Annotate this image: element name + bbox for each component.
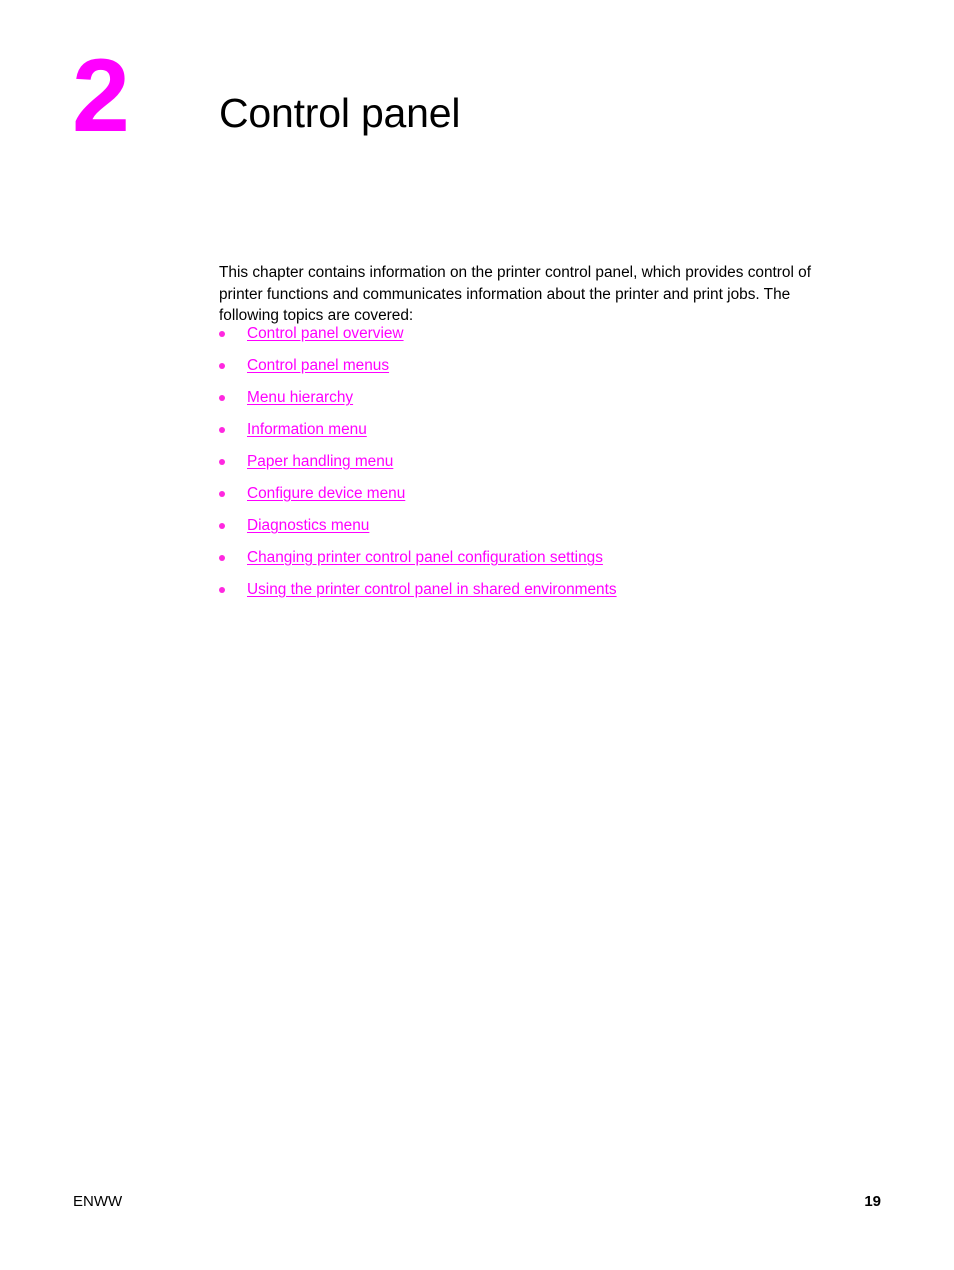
page-footer: ENWW 19 <box>0 1191 954 1213</box>
bullet-icon <box>219 331 225 337</box>
bullet-icon <box>219 459 225 465</box>
list-item: Diagnostics menu <box>219 510 919 542</box>
chapter-number: 2 <box>72 38 130 154</box>
topic-link-menu-hierarchy[interactable]: Menu hierarchy <box>247 389 353 406</box>
bullet-icon <box>219 395 225 401</box>
topic-link-using-the-printer-control-panel-in-shared-environments[interactable]: Using the printer control panel in share… <box>247 581 617 598</box>
bullet-icon <box>219 491 225 497</box>
list-item: Paper handling menu <box>219 446 919 478</box>
topic-link-configure-device-menu[interactable]: Configure device menu <box>247 485 405 502</box>
list-item: Information menu <box>219 414 919 446</box>
bullet-icon <box>219 587 225 593</box>
footer-locale-label: ENWW <box>73 1193 123 1210</box>
bullet-icon <box>219 555 225 561</box>
list-item: Changing printer control panel configura… <box>219 542 919 574</box>
topic-link-changing-printer-control-panel-configuration-settings[interactable]: Changing printer control panel configura… <box>247 549 603 566</box>
chapter-header: 2 Control panel <box>0 44 954 164</box>
topic-link-diagnostics-menu[interactable]: Diagnostics menu <box>247 517 369 534</box>
list-item: Control panel menus <box>219 350 919 382</box>
list-item: Control panel overview <box>219 318 919 350</box>
list-item: Configure device menu <box>219 478 919 510</box>
topic-link-information-menu[interactable]: Information menu <box>247 421 367 438</box>
list-item: Menu hierarchy <box>219 382 919 414</box>
page-title: Control panel <box>219 90 461 137</box>
topic-link-paper-handling-menu[interactable]: Paper handling menu <box>247 453 393 470</box>
page-number: 19 <box>864 1193 881 1210</box>
list-item: Using the printer control panel in share… <box>219 574 919 606</box>
topic-link-control-panel-overview[interactable]: Control panel overview <box>247 325 404 342</box>
bullet-icon <box>219 523 225 529</box>
bullet-icon <box>219 427 225 433</box>
topic-link-list: Control panel overview Control panel men… <box>219 318 919 606</box>
bullet-icon <box>219 363 225 369</box>
topic-link-control-panel-menus[interactable]: Control panel menus <box>247 357 389 374</box>
document-page: 2 Control panel This chapter contains in… <box>0 0 954 1270</box>
